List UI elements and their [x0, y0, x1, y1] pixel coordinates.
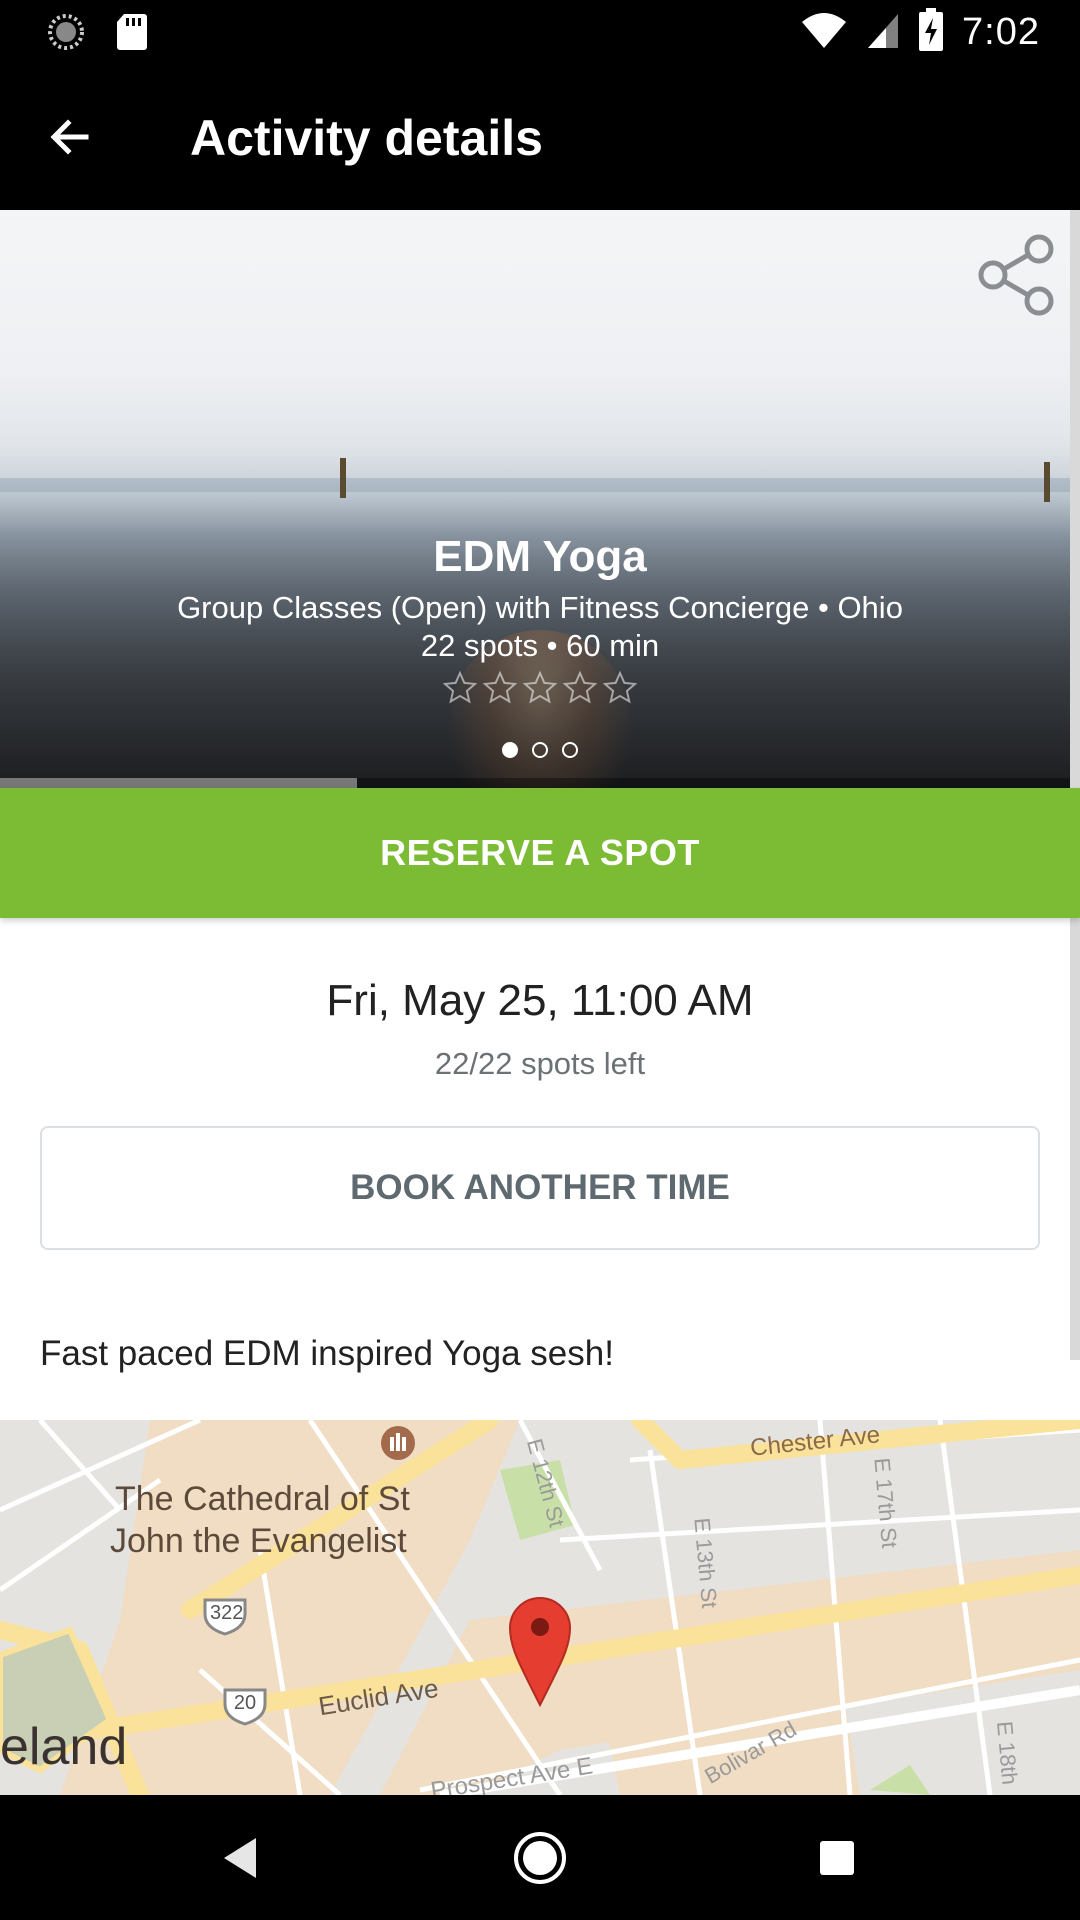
image-progress-track [0, 778, 1070, 788]
route-shield-label: 322 [210, 1602, 244, 1624]
reserve-spot-button[interactable]: RESERVE A SPOT [0, 788, 1080, 918]
system-nav-bar [0, 1795, 1080, 1920]
carousel-dot[interactable] [502, 742, 518, 758]
screen: 7:02 Activity details EDM Yoga Group Cla… [0, 0, 1080, 1920]
nav-back-button[interactable] [205, 1823, 275, 1893]
star-icon [522, 670, 558, 704]
arrow-back-icon [50, 119, 89, 155]
share-button[interactable] [974, 230, 1064, 320]
nav-recents-button[interactable] [802, 1823, 872, 1893]
map-poi-label: The Cathedral of St John the Evangelist [110, 1480, 410, 1560]
nav-back-icon [224, 1838, 256, 1878]
street-label: E 18th [992, 1720, 1023, 1786]
scrollbar[interactable] [1070, 210, 1080, 1360]
star-icon [442, 670, 478, 704]
spots-left: 22/22 spots left [434, 1046, 646, 1081]
book-another-time-button[interactable]: BOOK ANOTHER TIME [40, 1126, 1040, 1250]
star-icon [482, 670, 518, 704]
photo-post [340, 458, 346, 498]
status-bar: 7:02 [0, 0, 1080, 64]
image-progress-fill [0, 778, 357, 788]
sd-card-icon [116, 12, 148, 57]
wifi-icon [800, 10, 848, 55]
location-map[interactable]: The Cathedral of St John the Evangelist … [0, 1420, 1080, 1795]
share-icon [978, 234, 1054, 316]
nav-home-button[interactable] [505, 1823, 575, 1893]
carousel-dot[interactable] [532, 742, 548, 758]
rating-stars [0, 670, 1070, 706]
page-title: Activity details [190, 110, 543, 166]
activity-meta: 22 spots • 60 min [420, 628, 660, 663]
back-button[interactable] [40, 107, 100, 167]
carousel-indicator [0, 742, 1070, 758]
cell-signal-icon [866, 10, 900, 55]
star-icon [602, 670, 638, 704]
nav-home-icon [514, 1832, 566, 1884]
activity-title: EDM Yoga [433, 532, 647, 581]
activity-subtitle: Group Classes (Open) with Fitness Concie… [177, 590, 903, 625]
status-time: 7:02 [962, 11, 1040, 53]
battery-charging-icon [918, 8, 944, 57]
route-shield-label: 20 [233, 1692, 257, 1714]
nav-recents-icon [820, 1841, 854, 1875]
star-icon [562, 670, 598, 704]
photo-post [1044, 462, 1050, 502]
activity-description: Fast paced EDM inspired Yoga sesh! [40, 1334, 614, 1373]
city-label: eland [0, 1718, 128, 1776]
photo-horizon [0, 478, 1070, 492]
sync-icon [46, 12, 86, 57]
app-bar: Activity details [0, 64, 1080, 210]
carousel-dot[interactable] [562, 742, 578, 758]
activity-image-carousel[interactable]: EDM Yoga Group Classes (Open) with Fitne… [0, 210, 1070, 788]
session-datetime: Fri, May 25, 11:00 AM [326, 976, 754, 1025]
